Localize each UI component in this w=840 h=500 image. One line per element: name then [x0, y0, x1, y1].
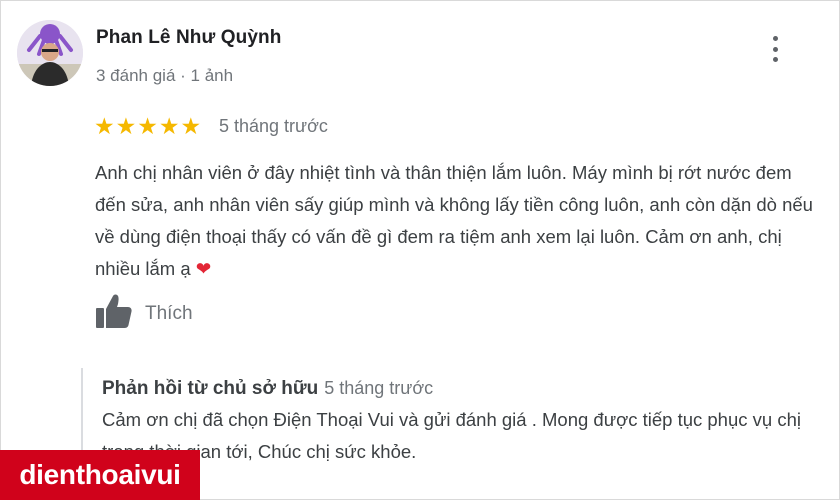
- reviewer-stats: 3 đánh giá · 1 ảnh: [96, 66, 234, 85]
- reviewer-avatar[interactable]: [17, 20, 83, 86]
- watermark-logo: dienthoaivui: [0, 450, 200, 500]
- star-icon: ★: [137, 113, 158, 139]
- dot: [772, 57, 778, 62]
- review-text: Anh chị nhân viên ở đây nhiệt tình và th…: [95, 157, 815, 285]
- heart-emoji: ❤: [195, 258, 212, 279]
- star-icon: ★: [180, 113, 202, 139]
- star-icon: ★: [158, 113, 180, 139]
- owner-reply-time: 5 tháng trước: [324, 378, 434, 398]
- owner-reply-text: Cảm ơn chị đã chọn Điện Thoại Vui và gửi…: [102, 409, 801, 462]
- more-options-icon[interactable]: [763, 34, 787, 64]
- thumbs-up-icon[interactable]: [95, 292, 133, 330]
- owner-reply-author: Phản hồi từ chủ sở hữu: [102, 378, 319, 399]
- owner-reply-header: Phản hồi từ chủ sở hữu 5 tháng trước: [102, 378, 433, 400]
- star-icon: ★: [115, 113, 137, 139]
- review-time: 5 tháng trước: [219, 116, 328, 136]
- avatar-image: [17, 20, 83, 86]
- reviewer-name[interactable]: Phan Lê Như Quỳnh: [96, 27, 281, 49]
- like-button[interactable]: Thích: [145, 303, 193, 325]
- star-rating: ★ ★ ★ ★ ★: [94, 113, 201, 139]
- watermark-text: dienthoaivui: [19, 459, 181, 490]
- dot: [772, 36, 778, 41]
- star-icon: ★: [94, 113, 115, 139]
- dot: [772, 46, 778, 52]
